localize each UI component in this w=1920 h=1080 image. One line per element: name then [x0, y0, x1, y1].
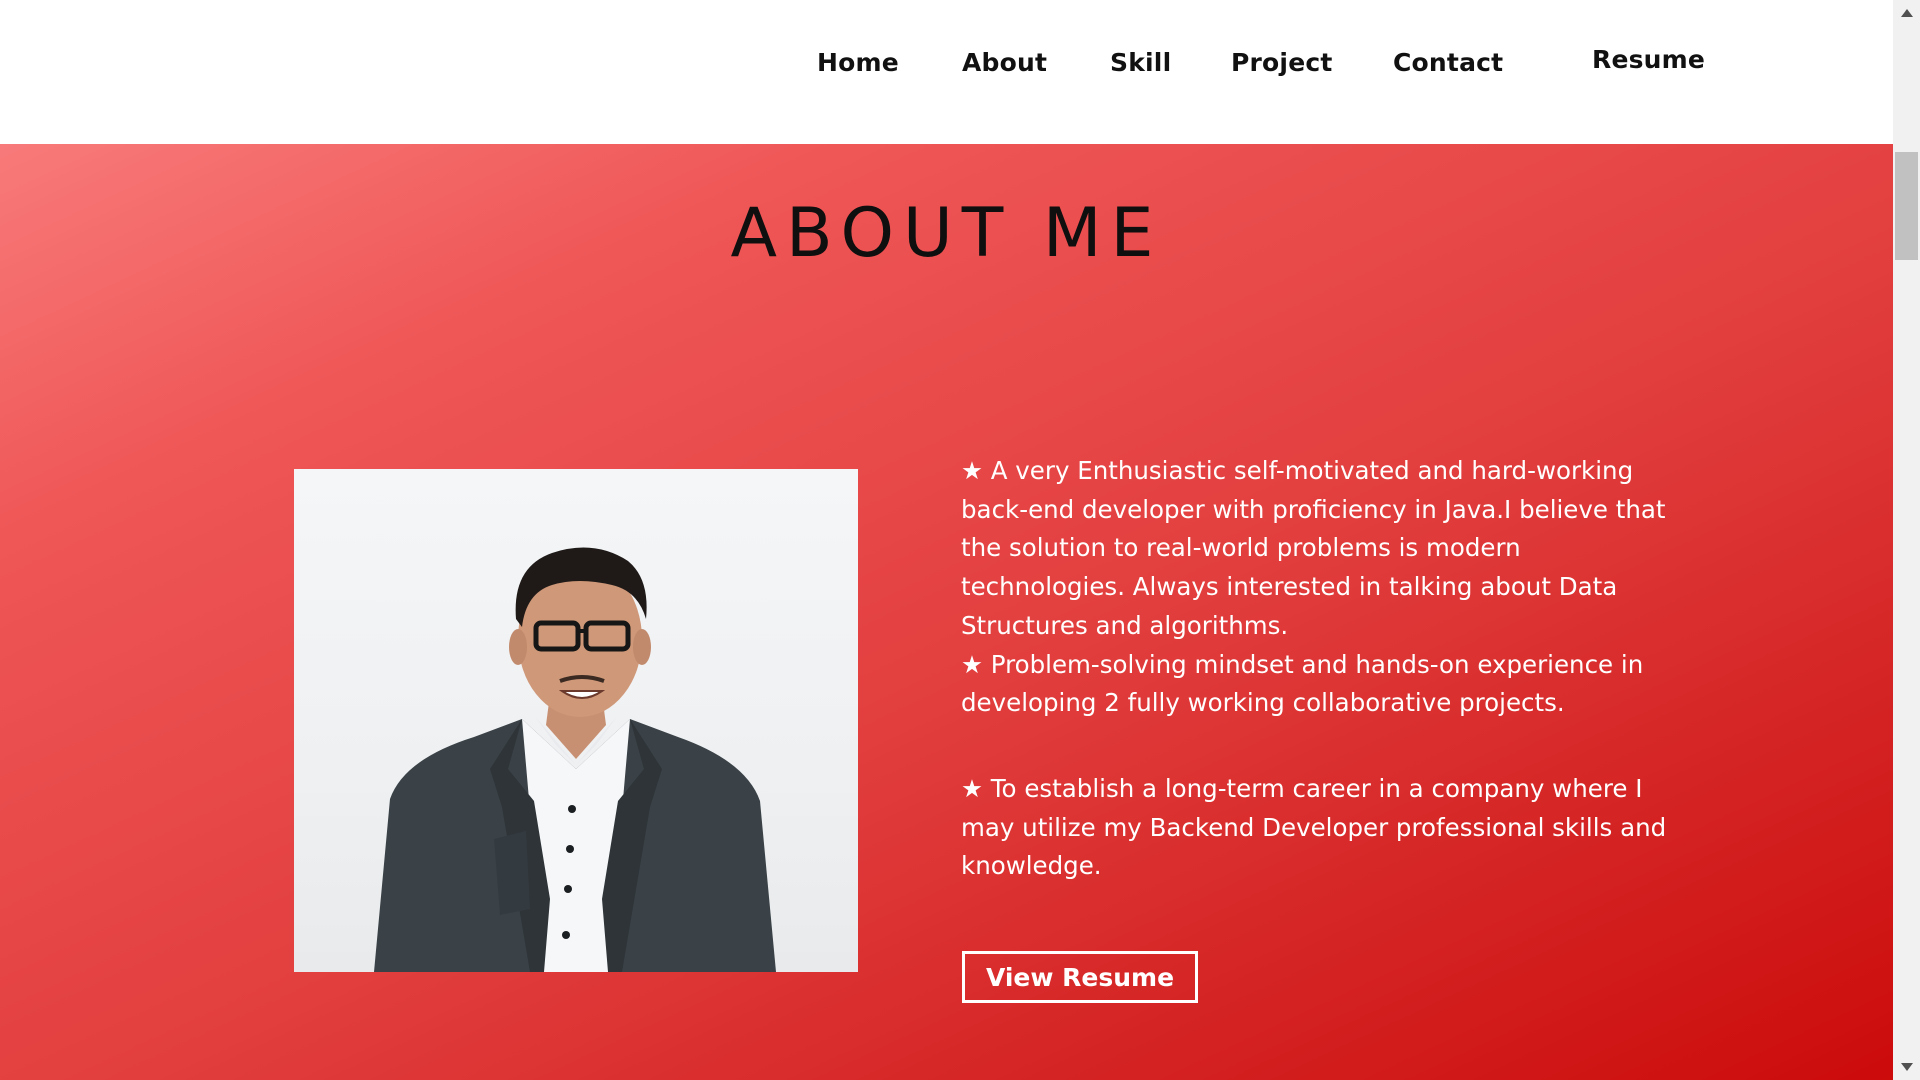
nav-home-link[interactable]: Home: [817, 48, 899, 77]
about-title: ABOUT ME: [730, 194, 1163, 273]
about-description: ★ A very Enthusiastic self-motivated and…: [961, 452, 1681, 886]
page: Home About Skill Project Contact Resume …: [0, 0, 1920, 1080]
about-paragraph-3: ★ To establish a long-term career in a c…: [961, 773, 1667, 881]
about-paragraph-2: ★ Problem-solving mindset and hands-on e…: [961, 649, 1644, 718]
nav-resume-link[interactable]: Resume: [1592, 45, 1705, 74]
nav-contact-link[interactable]: Contact: [1393, 48, 1503, 77]
scroll-down-icon[interactable]: [1893, 1056, 1920, 1078]
view-resume-button[interactable]: View Resume: [962, 951, 1198, 1003]
about-paragraph-1: ★ A very Enthusiastic self-motivated and…: [961, 456, 1666, 640]
about-section: ABOUT ME ★ A very Enthusiastic self-moti…: [0, 144, 1893, 1080]
scrollbar[interactable]: [1893, 0, 1920, 1080]
scroll-up-icon[interactable]: [1893, 2, 1920, 24]
scrollbar-thumb[interactable]: [1895, 152, 1918, 260]
nav-project-link[interactable]: Project: [1231, 48, 1333, 77]
nav-about-link[interactable]: About: [962, 48, 1047, 77]
profile-photo: [294, 469, 858, 972]
nav-skill-link[interactable]: Skill: [1110, 48, 1171, 77]
navbar: Home About Skill Project Contact Resume: [0, 0, 1893, 144]
